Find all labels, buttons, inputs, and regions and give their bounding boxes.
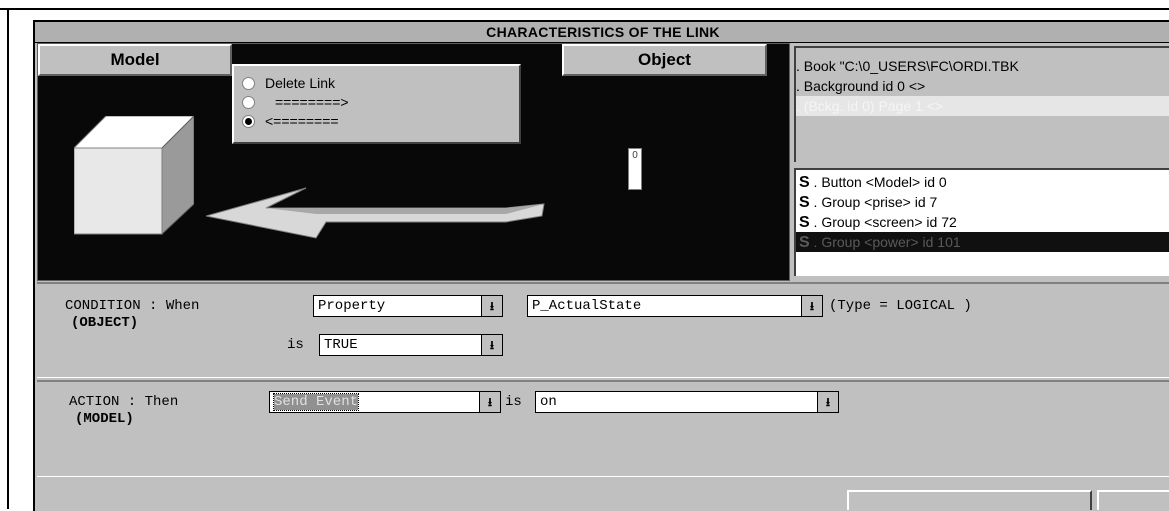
select-value: Property (318, 298, 386, 314)
hierarchy-list[interactable]: . Book "C:\0_USERS\FC\ORDI.TBK . Backgro… (794, 46, 1169, 162)
radio-delete-link[interactable]: Delete Link (242, 74, 335, 92)
bottom-button[interactable] (847, 490, 1092, 510)
item-prefix: S (799, 174, 810, 191)
item-prefix: S (799, 234, 810, 251)
radio-button-icon (242, 76, 255, 90)
radio-label: Delete Link (265, 75, 336, 91)
model-button[interactable]: Model (38, 44, 232, 76)
link-arrow-icon (206, 187, 545, 239)
radio-backward-link[interactable]: <======== (242, 112, 339, 130)
condition-type-select[interactable]: Property ⭳ (313, 295, 503, 317)
action-sublabel: (MODEL) (75, 411, 134, 427)
outer-frame-left (7, 10, 9, 509)
model-cube-icon (74, 116, 194, 236)
dialog-title: CHARACTERISTICS OF THE LINK (35, 22, 1169, 43)
radio-label: <======== (265, 113, 339, 129)
action-section: ACTION : Then (MODEL) Send Event ⭳ is on… (37, 380, 1169, 477)
item-prefix: S (799, 194, 810, 211)
list-item[interactable]: S . Group <prise> id 7 (796, 192, 1169, 212)
object-marker[interactable]: 0 (628, 148, 642, 190)
list-item-selected[interactable]: S . Group <power> id 101 (796, 232, 1169, 252)
dropdown-arrow-icon[interactable]: ⭳ (479, 392, 500, 412)
radio-forward-link[interactable]: ========> (242, 93, 349, 111)
condition-property-select[interactable]: P_ActualState ⭳ (527, 295, 823, 317)
item-label: . Group <screen> id 72 (809, 214, 957, 230)
link-dialog: CHARACTERISTICS OF THE LINK Model Object… (33, 20, 1169, 511)
action-is-label: is (505, 394, 522, 410)
list-item[interactable]: S . Group <screen> id 72 (796, 212, 1169, 232)
action-select[interactable]: Send Event ⭳ (269, 391, 501, 413)
dropdown-arrow-icon[interactable]: ⭳ (481, 335, 502, 355)
item-prefix: S (799, 214, 810, 231)
condition-value-select[interactable]: TRUE ⭳ (319, 334, 503, 356)
bottom-button[interactable] (1097, 490, 1169, 510)
select-value: P_ActualState (532, 298, 642, 314)
action-event-select[interactable]: on ⭳ (535, 391, 839, 413)
condition-is-label: is (287, 337, 304, 353)
item-label: . Button <Model> id 0 (809, 174, 947, 190)
select-value: Send Event (272, 393, 360, 411)
condition-label: CONDITION : When (65, 298, 200, 314)
link-preview-panel: Model Object Delete Link ========> <====… (37, 43, 790, 281)
outer-frame-top (0, 0, 1169, 10)
item-label: . Group <prise> id 7 (809, 194, 938, 210)
condition-type-text: (Type = LOGICAL ) (829, 298, 972, 314)
radio-button-icon (242, 95, 255, 109)
tree-item-book[interactable]: . Book "C:\0_USERS\FC\ORDI.TBK (796, 56, 1169, 76)
condition-section: CONDITION : When (OBJECT) Property ⭳ P_A… (37, 282, 1169, 378)
link-direction-group: Delete Link ========> <======== (232, 64, 521, 144)
tree-item-page-selected[interactable]: . (Bckg. id 0) Page 1 <> (796, 96, 1169, 116)
select-value: on (540, 394, 557, 410)
list-item[interactable]: S . Button <Model> id 0 (796, 172, 1169, 192)
objects-list[interactable]: S . Button <Model> id 0 S . Group <prise… (794, 168, 1169, 276)
radio-label: ========> (275, 94, 349, 110)
select-value: TRUE (324, 337, 358, 353)
radio-button-checked-icon (242, 114, 255, 128)
object-button[interactable]: Object (562, 44, 767, 76)
dropdown-arrow-icon[interactable]: ⭳ (801, 296, 822, 316)
action-label: ACTION : Then (69, 394, 179, 410)
dropdown-arrow-icon[interactable]: ⭳ (817, 392, 838, 412)
tree-item-background[interactable]: . Background id 0 <> (796, 76, 1169, 96)
condition-sublabel: (OBJECT) (71, 315, 139, 331)
dropdown-arrow-icon[interactable]: ⭳ (481, 296, 502, 316)
item-label: . Group <power> id 101 (809, 234, 961, 250)
